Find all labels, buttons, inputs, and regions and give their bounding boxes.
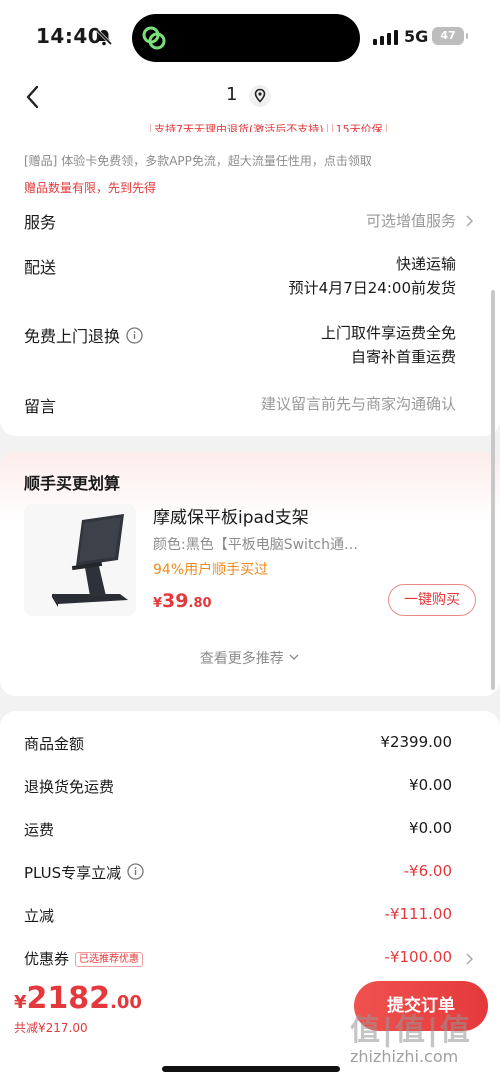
return-policy-tag: 支持7天无理由退货(激活后不支持)	[150, 124, 328, 132]
price-dec: .80	[188, 596, 212, 611]
network-label: 5G	[404, 27, 429, 46]
total-dec: .00	[110, 992, 142, 1013]
plus-discount-label: PLUS专享立减	[24, 862, 144, 883]
scrollbar[interactable]	[491, 290, 495, 690]
free-return-line2: 自寄补首重运费	[350, 348, 456, 366]
one-click-buy-button[interactable]: 一键购买	[388, 584, 476, 616]
battery-indicator: 47	[432, 27, 468, 45]
dynamic-island	[132, 14, 360, 62]
gift-note: 赠品数量有限，先到先得	[24, 181, 157, 195]
free-return-text: 免费上门退换	[24, 327, 121, 346]
home-indicator	[162, 1066, 340, 1072]
service-card: 支持7天无理由退货(激活后不支持) 15天价保 [赠品] 体验卡免费领，多款APP…	[0, 120, 500, 436]
shipping-fee-label: 运费	[24, 821, 55, 839]
free-return-shipping-value: ¥0.00	[409, 776, 452, 794]
gift-line[interactable]: [赠品] 体验卡免费领，多款APP免流，超大流量任性用，点击领取	[24, 152, 372, 169]
signal-icon	[373, 30, 398, 45]
chevron-right-icon[interactable]	[464, 952, 474, 966]
coupon-badge: 已选推荐优惠	[75, 952, 144, 967]
more-recommend-text: 查看更多推荐	[199, 651, 284, 667]
total-price: ¥2182.00	[14, 981, 142, 1016]
bottom-bar: ¥2182.00 共减¥217.00 提交订单 值|值|值 zhizhizhi.…	[0, 975, 500, 1083]
free-return-line1: 上门取件享运费全免	[320, 324, 456, 342]
watermark-text: zhizhizhi.com	[350, 1047, 459, 1066]
total-currency: ¥	[14, 992, 27, 1013]
location-icon[interactable]	[248, 84, 272, 108]
shipping-fee-value: ¥0.00	[409, 819, 452, 837]
free-return-label: 免费上门退换	[24, 323, 143, 347]
free-return-value: 上门取件享运费全免 自寄补首重运费	[321, 321, 456, 369]
more-recommend-link[interactable]: 查看更多推荐	[0, 648, 500, 668]
nav-title: 1	[226, 84, 238, 105]
product-name[interactable]: 摩威保平板ipad支架	[153, 503, 309, 528]
delivery-label: 配送	[24, 258, 57, 277]
product-rate: 94%用户顺手买过	[153, 562, 269, 578]
delivery-value[interactable]: 快递运输 预计4月7日24:00前发货	[289, 252, 456, 300]
gift-text: 体验卡免费领，多款APP免流，超大流量任性用，点击领取	[61, 154, 372, 168]
free-return-shipping-label: 退换货免运费	[24, 778, 115, 796]
nav-bar: 1	[0, 74, 500, 120]
price-protect-tag: 15天价保	[331, 124, 387, 132]
goods-amount-value: ¥2399.00	[380, 733, 452, 751]
product-image[interactable]	[24, 504, 136, 616]
instant-discount-value: -¥111.00	[384, 905, 452, 923]
chevron-right-icon[interactable]	[464, 214, 474, 228]
coupon-text: 优惠券	[24, 950, 70, 968]
status-bar: 14:40 5G 47	[0, 0, 500, 74]
plus-discount-text: PLUS专享立减	[24, 864, 122, 882]
total-saved: 共减¥217.00	[14, 1021, 88, 1035]
recommend-title: 顺手买更划算	[24, 474, 121, 493]
coupon-label[interactable]: 优惠券 已选推荐优惠	[24, 948, 144, 969]
delivery-eta: 预计4月7日24:00前发货	[288, 279, 456, 297]
gift-tag: [赠品]	[24, 154, 58, 168]
product-price: ¥39.80	[153, 590, 212, 612]
watermark: 值|值|值 zhizhizhi.com	[344, 1003, 494, 1083]
tablet-stand-image	[52, 514, 128, 607]
price-int: 39	[162, 590, 189, 612]
service-label: 服务	[24, 213, 57, 232]
plus-discount-value: -¥6.00	[403, 862, 452, 880]
chevron-down-icon	[289, 654, 299, 660]
message-input[interactable]: 建议留言前先与商家沟通确认	[261, 392, 456, 416]
goods-amount-label: 商品金额	[24, 735, 85, 753]
service-value[interactable]: 可选增值服务	[366, 209, 456, 233]
info-icon[interactable]	[126, 327, 143, 344]
delivery-method: 快递运输	[395, 255, 456, 273]
total-int: 2182	[26, 981, 111, 1016]
back-icon[interactable]	[22, 82, 46, 112]
info-icon[interactable]	[127, 863, 144, 880]
recommend-card: 顺手买更划算 摩威保平板ipad支架 颜色:黑色【平板电脑Switch通… 94…	[0, 452, 500, 696]
message-label: 留言	[24, 397, 57, 416]
watermark-logo: 值|值|值	[350, 1013, 472, 1048]
instant-discount-label: 立减	[24, 907, 55, 925]
price-currency: ¥	[153, 596, 163, 611]
bell-slash-icon	[95, 28, 113, 46]
status-time: 14:40	[36, 24, 103, 48]
product-spec: 颜色:黑色【平板电脑Switch通…	[153, 537, 359, 553]
link-icon	[142, 26, 166, 50]
service-tags: 支持7天无理由退货(激活后不支持) 15天价保	[150, 118, 391, 132]
coupon-value[interactable]: -¥100.00	[385, 948, 452, 966]
